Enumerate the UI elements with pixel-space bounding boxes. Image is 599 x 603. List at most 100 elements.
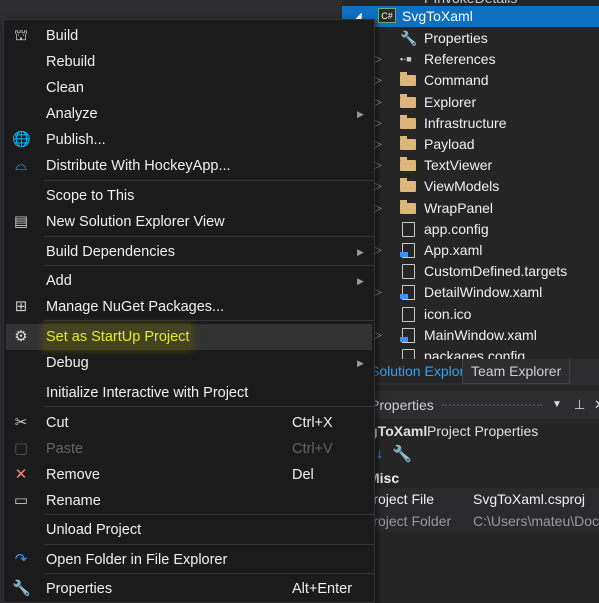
gear-icon: ⚙	[14, 328, 28, 345]
menu-item-label: Initialize Interactive with Project	[46, 385, 249, 401]
wrench-icon: 🔧	[400, 30, 418, 46]
menu-item-add[interactable]: Add ▶	[6, 268, 372, 294]
paste-icon: ▢	[13, 440, 29, 457]
shortcut-label: Ctrl+X	[292, 415, 333, 431]
tree-item[interactable]: icon.ico	[342, 304, 599, 325]
menu-item-build-dependencies[interactable]: Build Dependencies ▶	[6, 239, 372, 265]
tree-item[interactable]: ▷ Infrastructure	[342, 113, 599, 134]
menu-separator	[44, 406, 374, 407]
menu-item-new-solution-explorer-view[interactable]: ▤ New Solution Explorer View	[6, 209, 372, 235]
menu-item-label: Cut	[46, 415, 69, 431]
tree-item[interactable]: ▷ ▪-■ References	[342, 49, 599, 70]
properties-object-selector[interactable]: SvgToXaml Project Properties	[342, 419, 599, 443]
property-pages-icon[interactable]: 🔧	[392, 444, 412, 464]
menu-item-set-as-startup-project[interactable]: ⚙ Set as StartUp Project	[6, 324, 372, 350]
tree-item[interactable]: app.config	[342, 219, 599, 240]
close-icon[interactable]: ✕	[594, 391, 599, 419]
ico-file-icon	[402, 306, 415, 322]
tab-team-explorer[interactable]: Team Explorer	[462, 359, 571, 384]
menu-item-manage-nuget-packages[interactable]: ⊞ Manage NuGet Packages...	[6, 294, 372, 320]
menu-item-label: Analyze	[46, 106, 98, 122]
menu-item-scope-to-this[interactable]: Scope to This	[6, 183, 372, 209]
tree-item[interactable]: 🔧 Properties	[342, 28, 599, 49]
tree-item[interactable]: ▷ WrapPanel	[342, 198, 599, 219]
shortcut-label: Alt+Enter	[292, 581, 353, 597]
tree-item[interactable]: ▷ TextViewer	[342, 155, 599, 176]
menu-item-label: Unload Project	[46, 522, 142, 538]
tree-item[interactable]: ▷ DetailWindow.xaml	[342, 282, 599, 303]
xaml-file-icon	[400, 327, 415, 343]
menu-item-properties[interactable]: 🔧 Properties Alt+Enter	[6, 576, 372, 602]
menu-item-clean[interactable]: Clean	[6, 75, 372, 101]
menu-item-analyze[interactable]: Analyze ▶	[6, 101, 372, 127]
menu-item-initialize-interactive-with-project[interactable]: Initialize Interactive with Project	[6, 380, 372, 406]
menu-item-remove[interactable]: ✕ Remove Del	[6, 462, 372, 488]
nuget-icon: ⊞	[14, 298, 28, 315]
file-icon	[402, 264, 415, 280]
menu-item-label: Distribute With HockeyApp...	[46, 158, 231, 174]
submenu-arrow-icon: ▶	[357, 276, 364, 286]
expand-arrow-icon[interactable]: ▷	[374, 240, 384, 261]
expand-arrow-icon[interactable]: ▷	[374, 92, 384, 113]
hockeyapp-icon: ⌓	[15, 157, 27, 174]
tree-item[interactable]: ▷ Explorer	[342, 92, 599, 113]
new-view-icon: ▤	[13, 213, 29, 230]
open-folder-icon: ↷	[14, 551, 28, 568]
menu-item-label: Rename	[46, 493, 101, 509]
expand-arrow-icon[interactable]: ▷	[374, 113, 384, 134]
tree-item-project[interactable]: ◢ C# SvgToXaml	[342, 6, 599, 27]
expand-arrow-icon[interactable]: ▷	[374, 176, 384, 197]
expand-arrow-icon[interactable]: ▷	[374, 282, 384, 303]
menu-separator	[44, 265, 374, 266]
menu-item-rename[interactable]: ▭ Rename	[6, 488, 372, 514]
menu-item-label: Properties	[46, 581, 113, 597]
tree-item[interactable]: ▷ Payload	[342, 134, 599, 155]
menu-item-paste[interactable]: ▢ Paste Ctrl+V	[6, 436, 372, 462]
publish-icon: 🌐	[12, 131, 31, 148]
expand-arrow-icon[interactable]: ▷	[374, 198, 384, 219]
menu-item-debug[interactable]: Debug ▶	[6, 350, 372, 376]
folder-icon	[400, 72, 416, 87]
menu-item-distribute-with-hockeyapp[interactable]: ⌓ Distribute With HockeyApp...	[6, 153, 372, 179]
menu-item-label: Build Dependencies	[46, 244, 175, 260]
tree-item[interactable]: ▷ ViewModels	[342, 176, 599, 197]
menu-item-unload-project[interactable]: Unload Project	[6, 517, 372, 543]
menu-item-label: Build	[46, 28, 79, 44]
pin-icon[interactable]: ⊥	[574, 391, 585, 419]
dropdown-arrow-icon[interactable]: ▼	[552, 391, 562, 419]
config-file-icon	[402, 221, 415, 237]
menu-item-label: Set as StartUp Project	[44, 324, 192, 350]
menu-separator	[44, 180, 374, 181]
menu-item-open-folder-in-file-explorer[interactable]: ↷ Open Folder in File Explorer	[6, 547, 372, 573]
csharp-project-icon: C#	[378, 8, 396, 23]
property-row[interactable]: Project File SvgToXaml.csproj	[342, 488, 599, 510]
menu-item-label: Clean	[46, 80, 84, 96]
expand-arrow-icon[interactable]: ▷	[374, 325, 384, 346]
expand-arrow-icon[interactable]: ▷	[374, 134, 384, 155]
menu-separator	[44, 514, 374, 515]
folder-icon	[400, 199, 416, 214]
menu-item-label: Rebuild	[46, 54, 96, 70]
expand-arrow-icon[interactable]: ▷	[374, 155, 384, 176]
menu-item-cut[interactable]: ✂ Cut Ctrl+X	[6, 410, 372, 436]
sort-alphabetical-icon[interactable]: ↓	[376, 445, 384, 462]
folder-icon	[400, 178, 416, 193]
expand-arrow-icon[interactable]: ▷	[374, 49, 384, 70]
tree-item[interactable]: ▷ App.xaml	[342, 240, 599, 261]
menu-item-publish[interactable]: 🌐 Publish...	[6, 127, 372, 153]
solution-explorer-tree: PInvokeDetails ◢ C# SvgToXaml 🔧Propertie…	[342, 0, 599, 364]
expand-arrow-icon[interactable]: ▷	[374, 70, 384, 91]
tree-item[interactable]: ▷ MainWindow.xaml	[342, 325, 599, 346]
xaml-file-icon	[400, 243, 415, 258]
tree-item[interactable]: CustomDefined.targets	[342, 261, 599, 282]
remove-icon: ✕	[14, 466, 28, 483]
menu-item-label: Open Folder in File Explorer	[46, 552, 228, 568]
menu-item-label: Add	[46, 273, 72, 289]
submenu-arrow-icon: ▶	[357, 109, 364, 119]
menu-item-label: Remove	[46, 467, 100, 483]
rename-icon: ▭	[13, 492, 29, 509]
menu-item-rebuild[interactable]: Rebuild	[6, 49, 372, 75]
tree-item[interactable]: ▷ Command	[342, 70, 599, 91]
property-row[interactable]: Project Folder C:\Users\mateu\Documents	[342, 510, 599, 532]
menu-item-build[interactable]: ⛫ Build	[6, 23, 372, 49]
